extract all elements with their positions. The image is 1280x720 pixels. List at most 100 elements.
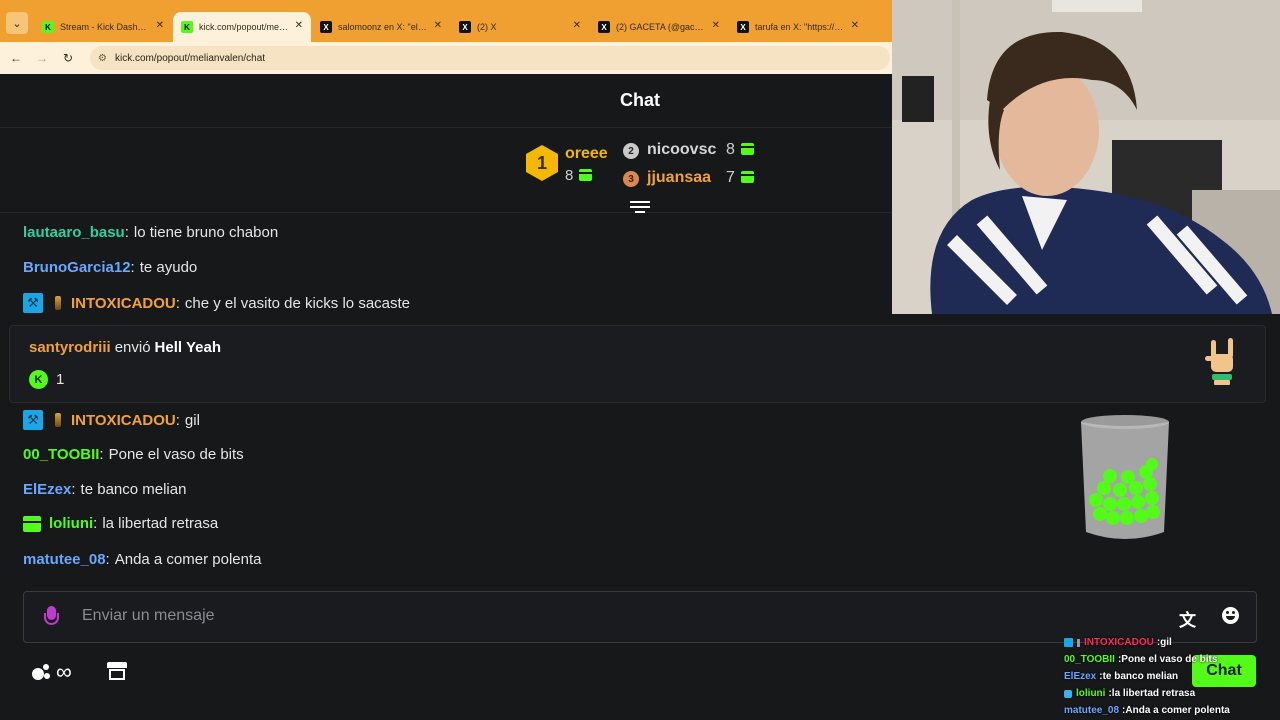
overlay-username: 00_TOOBII [1064,654,1115,665]
overlay-text: Anda a comer polenta [1125,705,1230,716]
microphone-icon[interactable] [44,606,59,628]
top-gifter-1-name[interactable]: oreee [565,145,608,163]
moderator-badge-icon: ⚒ [23,410,43,430]
tab-kick-dashboard[interactable]: K Stream - Kick Dashboard ✕ [34,12,172,42]
chat-username[interactable]: loliuni [49,515,93,532]
screen: ⌄ K Stream - Kick Dashboard ✕ K kick.com… [0,0,1280,720]
chat-username[interactable]: BrunoGarcia12 [23,259,131,276]
channel-points-button[interactable]: ∞ [32,659,72,685]
chat-text: la libertad retrasa [102,515,219,532]
chat-username[interactable]: lautaaro_basu [23,224,125,241]
gift-sender[interactable]: santyrodriii [29,339,111,356]
chat-username[interactable]: ElEzex [23,481,71,498]
top-gifter-2-name[interactable]: nicoovsc [647,141,716,159]
top-gifter-1-count: 8 [565,167,593,184]
gift-amount: 1 [56,371,65,388]
top-gifter-2-count: 8 [726,141,754,159]
overlay-text: te banco melian [1102,671,1179,682]
chat-username[interactable]: matutee_08 [23,551,106,568]
chat-title: Chat [620,90,660,110]
chat-message: BrunoGarcia12: te ayudo [23,259,198,276]
close-icon[interactable]: ✕ [712,20,720,31]
overlay-message: ElEzex: te banco melian [1064,671,1179,682]
browser-tab-bar: ⌄ K Stream - Kick Dashboard ✕ K kick.com… [0,0,892,42]
overlay-message: matutee_08: Anda a comer polenta [1064,705,1230,716]
overlay-text: gil [1160,637,1172,648]
site-info-icon[interactable]: ⚙ [98,53,107,64]
back-icon[interactable]: ← [8,51,24,65]
chat-text: Pone el vaso de bits [108,446,244,463]
tab-title: Stream - Kick Dashboard [60,22,150,32]
overlay-message: loliuni: la libertad retrasa [1064,685,1280,702]
gift-verb: envió [114,339,151,356]
chat-message: ⚒ INTOXICADOU: gil [23,410,200,430]
tab-search-icon[interactable]: ⌄ [6,12,28,34]
chat-text: lo tiene bruno chabon [133,224,279,241]
overlay-message: INTOXICADOU: gil [1064,634,1280,651]
collapse-leaderboard-icon[interactable] [630,201,650,217]
close-icon[interactable]: ✕ [573,20,581,31]
gift-icon [579,169,593,181]
moderator-badge-icon [1064,638,1073,647]
tab-title: tarufa en X: "https://t.co/ [755,22,845,32]
url-text: kick.com/popout/melianvalen/chat [114,52,266,64]
overlay-message: 00_TOOBII: Pone el vaso de bits [1064,654,1218,665]
kick-icon: K [181,21,193,33]
chat-text: che y el vasito de kicks lo sacaste [184,294,411,312]
chat-text: te ayudo [139,259,198,276]
forward-icon[interactable]: → [34,51,50,65]
close-icon[interactable]: ✕ [434,20,442,31]
reload-icon[interactable]: ↻ [60,51,76,65]
overlay-text: la libertad retrasa [1111,688,1196,699]
kicks-cup-icon [1081,415,1169,539]
overlay-username: INTOXICADOU [1084,637,1154,648]
gifter-badge-icon [23,515,41,532]
gifter-badge-icon [1064,689,1072,698]
chat-username[interactable]: 00_TOOBII [23,446,99,463]
tab-x-tarufa[interactable]: X tarufa en X: "https://t.co/ ✕ [729,12,867,42]
points-icon [32,662,52,682]
x-icon: X [598,21,610,33]
gift-icon [740,171,754,183]
supporter-badge-icon [55,413,61,427]
gift-icon [740,143,754,155]
emoji-icon[interactable] [1222,607,1239,624]
store-icon[interactable] [107,662,127,680]
url-field[interactable]: ⚙ kick.com/popout/melianvalen/chat [90,46,890,70]
tab-x-gaceta[interactable]: X (2) GACETA (@gacetaplay ✕ [590,12,728,42]
tab-title: kick.com/popout/melianvalen/chat [199,22,289,32]
tab-x-home[interactable]: X (2) X ✕ [451,12,589,42]
chat-message: matutee_08: Anda a comer polenta [23,551,262,568]
rock-hand-icon [1205,338,1233,385]
overlay-username: matutee_08 [1064,705,1120,716]
close-icon[interactable]: ✕ [156,20,164,31]
chat-message: ⚒ INTOXICADOU: che y el vasito de kicks … [23,293,410,313]
tab-title: (2) GACETA (@gacetaplay [616,22,706,32]
chat-text: Anda a comer polenta [114,551,262,568]
x-icon: X [320,21,332,33]
webcam-image [892,0,1280,314]
chat-message: loliuni: la libertad retrasa [23,515,218,532]
chat-username[interactable]: INTOXICADOU [71,295,176,312]
chat-username[interactable]: INTOXICADOU [71,412,176,429]
close-icon[interactable]: ✕ [851,20,859,31]
tab-title: (2) X [477,22,497,32]
tab-kick-popout-chat[interactable]: K kick.com/popout/melianvalen/chat ✕ [173,12,311,42]
webcam-feed [892,0,1280,314]
overlay-text: Pone el vaso de bits [1121,654,1218,665]
gift-event-card: santyrodriii envió Hell Yeah K 1 [9,325,1266,403]
x-icon: X [459,21,471,33]
tab-x-salomoonz[interactable]: X salomoonz en X: "el melian ✕ [312,12,450,42]
translate-icon[interactable]: 文 [1179,606,1196,631]
overlay-username: ElEzex [1064,671,1097,682]
overlay-username: loliuni [1076,688,1106,699]
chat-message: lautaaro_basu: lo tiene bruno chabon [23,224,279,241]
close-icon[interactable]: ✕ [295,20,303,31]
rank-1-badge: 1 [526,145,558,181]
moderator-badge-icon: ⚒ [23,293,43,313]
top-gifter-3-name[interactable]: jjuansaa [647,169,711,187]
chat-text: gil [184,411,200,429]
top-gifter-3-count: 7 [726,169,754,187]
rank-3-badge: 3 [623,171,639,187]
tab-title: salomoonz en X: "el melian [338,22,428,32]
